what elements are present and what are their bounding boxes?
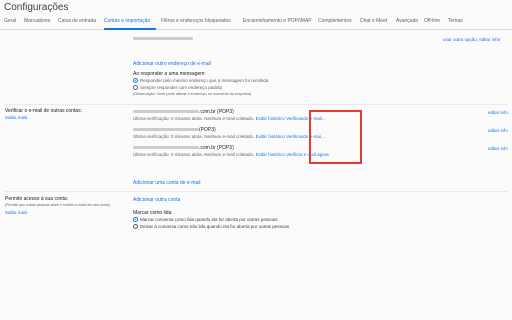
tab-chat-meet[interactable]: Chat e Meet (360, 18, 387, 24)
tab-advanced[interactable]: Avançado (396, 18, 418, 24)
reply-note: (Observação: Você pode alterar o endereç… (133, 92, 251, 96)
divider (4, 104, 508, 105)
add-other-account-link[interactable]: Adicionar outra conta (133, 197, 180, 203)
account-1-status: Última verificação: 0 minutos atrás. Nen… (133, 116, 326, 121)
settings-tabs: Geral Marcadores Caixa de entrada Contas… (0, 16, 512, 30)
account-3-status: Última verificação: 0 minutos atrás. Nen… (133, 152, 329, 157)
tab-general[interactable]: Geral (4, 18, 16, 24)
divider (4, 191, 508, 192)
account-2-history-link[interactable]: Exibir histórico (256, 134, 285, 139)
mark-read-option-2[interactable]: Deixar a conversa como não lida quando e… (133, 224, 289, 230)
reply-heading: Ao responder a uma mensagem: (133, 71, 206, 77)
reply-option-same[interactable]: Responder pelo mesmo endereço que a mens… (133, 78, 268, 84)
radio-unselected-icon[interactable] (133, 85, 138, 91)
page-title: Configurações (4, 2, 69, 13)
tab-addons[interactable]: Complementos (318, 18, 352, 24)
reply-option-default[interactable]: Sempre responder com endereço padrão (133, 85, 222, 91)
grant-access-sub: (Permitir que outras pessoas leiam e env… (5, 203, 110, 207)
account-2-edit-link[interactable]: editar info (488, 128, 508, 133)
add-mail-account-link[interactable]: Adicionar uma conta de e-mail (133, 180, 201, 186)
account-3-history-link[interactable]: Exibir histórico (256, 152, 285, 157)
account-2-status: Última verificação: 0 minutos atrás. Nen… (133, 134, 325, 139)
check-mail-label: Verificar o e-mail de outras contas: (5, 108, 82, 114)
check-mail-learn-more[interactable]: Saiba mais (5, 115, 27, 120)
mark-read-heading: Marcar como lida (133, 210, 172, 216)
edit-info-link-top[interactable]: usar outra opção, editar infor (443, 37, 501, 42)
redacted-email (133, 146, 199, 150)
account-3-edit-link[interactable]: editar info (488, 146, 508, 151)
account-2-address: (POP3) (133, 127, 216, 133)
radio-unselected-icon[interactable] (133, 224, 138, 230)
redacted-email (133, 110, 199, 114)
radio-selected-icon[interactable] (133, 78, 138, 84)
account-3-address: .com.br (POP3) (133, 145, 234, 151)
tab-inbox[interactable]: Caixa de entrada (58, 18, 96, 24)
tab-accounts-import[interactable]: Contas e importação (104, 18, 150, 24)
grant-access-learn-more[interactable]: Saiba mais (5, 210, 27, 215)
tab-offline[interactable]: Off-line (424, 18, 440, 24)
tab-themes[interactable]: Temas (448, 18, 463, 24)
account-1-address: .com.br (POP3) (133, 109, 234, 115)
redacted-address (133, 30, 193, 48)
redacted-email (133, 128, 199, 132)
mark-read-option-1[interactable]: Marcar conversa como lida quando ela for… (133, 217, 278, 223)
highlight-box (309, 110, 362, 164)
grant-access-label: Permitir acesso à sua conta: (5, 196, 69, 202)
tab-filters[interactable]: Filtros e endereços bloqueados (161, 18, 231, 24)
account-1-history-link[interactable]: Exibir histórico (256, 116, 285, 121)
radio-selected-icon[interactable] (133, 217, 138, 223)
account-1-edit-link[interactable]: editar info (488, 110, 508, 115)
tab-forwarding[interactable]: Encaminhamento e POP/IMAP (243, 18, 312, 24)
add-email-address-link[interactable]: Adicionar outro endereço de e-mail (133, 61, 211, 67)
tab-labels[interactable]: Marcadores (24, 18, 50, 24)
